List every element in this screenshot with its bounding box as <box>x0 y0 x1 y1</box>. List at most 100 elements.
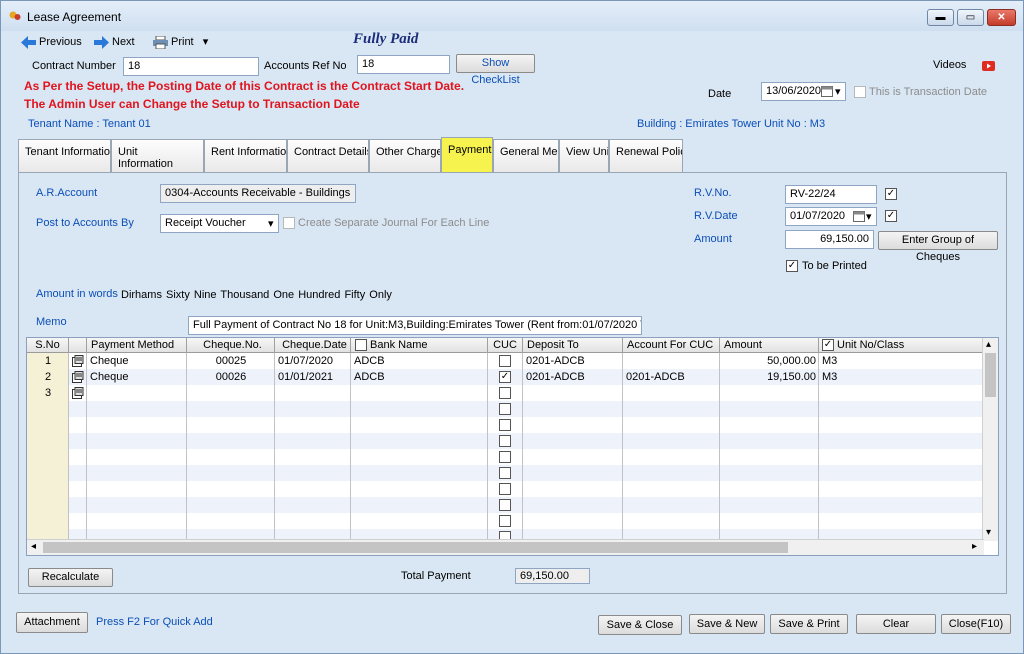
row3-cuc-checkbox[interactable] <box>499 387 511 399</box>
recalculate-button[interactable]: Recalculate <box>28 568 113 587</box>
rv-date-checkbox[interactable]: ✓ <box>885 210 897 222</box>
header-sno[interactable]: S.No <box>27 338 69 353</box>
row2-amount[interactable]: 19,150.00 <box>720 369 819 385</box>
video-play-icon[interactable] <box>982 61 995 71</box>
previous-button[interactable]: Previous <box>21 33 82 51</box>
tab-tenant-information[interactable]: Tenant Information <box>18 139 111 172</box>
header-cheque-no[interactable]: Cheque.No. <box>187 338 275 353</box>
header-deposit-to[interactable]: Deposit To <box>523 338 623 353</box>
empty-row-cuc-checkbox[interactable] <box>499 515 511 527</box>
post-by-select[interactable]: Receipt Voucher <box>160 214 279 233</box>
row2-method[interactable]: Cheque <box>87 369 187 385</box>
row1-cuc-checkbox[interactable] <box>499 355 511 367</box>
row2-edit-icon[interactable] <box>72 371 84 383</box>
row2-cuc-checkbox[interactable]: ✓ <box>499 371 511 383</box>
header-account-for-cuc[interactable]: Account For CUC <box>623 338 720 353</box>
date-picker[interactable]: 13/06/2020 <box>761 82 846 101</box>
date-dropdown-icon[interactable]: ▾ <box>835 85 841 98</box>
scroll-right-icon[interactable]: ▸ <box>972 541 977 552</box>
post-by-dropdown-icon[interactable]: ▾ <box>268 217 274 230</box>
tab-unit-information[interactable]: Unit Information <box>111 139 204 172</box>
transaction-date-checkbox[interactable] <box>854 86 866 98</box>
row1-account-cuc[interactable] <box>623 353 720 369</box>
rv-calendar-icon[interactable] <box>853 210 865 222</box>
empty-row-cuc-checkbox[interactable] <box>499 451 511 463</box>
separate-journal-label: Create Separate Journal For Each Line <box>298 217 490 229</box>
date-label: Date <box>708 88 732 100</box>
enter-cheques-button[interactable]: Enter Group of Cheques <box>878 231 998 263</box>
unit-select-all-checkbox[interactable]: ✓ <box>822 339 834 351</box>
scroll-left-icon[interactable]: ◂ <box>31 541 36 552</box>
print-dropdown-icon[interactable]: ▾ <box>203 36 209 48</box>
contract-number-input[interactable]: 18 <box>123 57 259 76</box>
minimize-button[interactable]: ▬ <box>927 9 954 26</box>
header-bank-name[interactable]: Bank Name <box>351 338 488 353</box>
videos-label: Videos <box>933 59 967 71</box>
header-cheque-date[interactable]: Cheque.Date <box>275 338 351 353</box>
vertical-scroll-thumb[interactable] <box>985 353 996 397</box>
to-be-printed-checkbox[interactable]: ✓ <box>786 260 798 272</box>
scroll-down-icon[interactable]: ▾ <box>986 527 991 538</box>
row2-cheque-no[interactable]: 00026 <box>187 369 275 385</box>
empty-row-cuc-checkbox[interactable] <box>499 483 511 495</box>
admin-setup-warning: The Admin User can Change the Setup to T… <box>24 97 360 111</box>
rv-no-input[interactable]: RV-22/24 <box>785 185 877 204</box>
row1-method[interactable]: Cheque <box>87 353 187 369</box>
amount-input[interactable]: 69,150.00 <box>785 230 874 249</box>
maximize-button[interactable]: ▭ <box>957 9 984 26</box>
row1-edit-icon[interactable] <box>72 355 84 367</box>
total-payment-label: Total Payment <box>401 570 471 582</box>
row1-unit[interactable]: M3 <box>819 353 984 369</box>
empty-row-cuc-checkbox[interactable] <box>499 419 511 431</box>
calendar-icon[interactable] <box>821 85 833 97</box>
tab-renewal-policy[interactable]: Renewal Policy <box>609 139 683 172</box>
empty-row-cuc-checkbox[interactable] <box>499 499 511 511</box>
clear-button[interactable]: Clear <box>856 614 936 634</box>
row1-cheque-date[interactable]: 01/07/2020 <box>275 353 351 369</box>
bank-select-all-checkbox[interactable] <box>355 339 367 351</box>
empty-row-cuc-checkbox[interactable] <box>499 403 511 415</box>
header-cuc[interactable]: CUC <box>488 338 523 353</box>
row1-cheque-no[interactable]: 00025 <box>187 353 275 369</box>
close-f10-button[interactable]: Close(F10) <box>941 614 1011 634</box>
grid-vertical-scrollbar[interactable]: ▴ ▾ <box>982 338 998 541</box>
tab-general-memo[interactable]: General Memo <box>493 139 559 172</box>
header-payment-method[interactable]: Payment Method <box>87 338 187 353</box>
row1-amount[interactable]: 50,000.00 <box>720 353 819 369</box>
empty-row-cuc-checkbox[interactable] <box>499 435 511 447</box>
show-checklist-button[interactable]: Show CheckList <box>456 54 535 86</box>
row3-edit-icon[interactable] <box>72 387 84 399</box>
row2-unit[interactable]: M3 <box>819 369 984 385</box>
rv-no-checkbox[interactable]: ✓ <box>885 188 897 200</box>
row2-cheque-date[interactable]: 01/01/2021 <box>275 369 351 385</box>
grid-horizontal-scrollbar[interactable]: ◂ ▸ <box>27 539 984 555</box>
save-print-button[interactable]: Save & Print <box>770 614 848 634</box>
ar-account-input[interactable]: 0304-Accounts Receivable - Buildings <box>160 184 356 203</box>
row1-bank[interactable]: ADCB <box>351 353 488 369</box>
tab-rent-information[interactable]: Rent Information <box>204 139 287 172</box>
row2-bank[interactable]: ADCB <box>351 369 488 385</box>
close-window-button[interactable]: ✕ <box>987 9 1016 26</box>
separate-journal-checkbox[interactable] <box>283 217 295 229</box>
horizontal-scroll-thumb[interactable] <box>43 542 788 553</box>
tab-view-unit[interactable]: View Unit <box>559 139 609 172</box>
save-new-button[interactable]: Save & New <box>689 614 765 634</box>
empty-row-cuc-checkbox[interactable] <box>499 467 511 479</box>
accounts-ref-input[interactable]: 18 <box>357 55 450 74</box>
header-unit-no[interactable]: Unit No/Class <box>819 338 984 353</box>
tab-other-charges[interactable]: Other Charges <box>369 139 441 172</box>
save-close-button[interactable]: Save & Close <box>598 615 682 635</box>
row2-account-cuc[interactable]: 0201-ADCB <box>623 369 720 385</box>
rv-date-dropdown-icon[interactable]: ▾ <box>866 210 872 223</box>
fully-paid-status: Fully Paid <box>353 31 419 47</box>
header-amount[interactable]: Amount <box>720 338 819 353</box>
scroll-up-icon[interactable]: ▴ <box>986 339 991 350</box>
tab-contract-details[interactable]: Contract Details <box>287 139 369 172</box>
tab-payment[interactable]: Payment <box>441 137 493 172</box>
row1-deposit[interactable]: 0201-ADCB <box>523 353 623 369</box>
attachment-button[interactable]: Attachment <box>16 612 88 633</box>
print-button[interactable]: Print ▾ <box>153 33 208 51</box>
next-button[interactable]: Next <box>94 33 135 51</box>
memo-input[interactable]: Full Payment of Contract No 18 for Unit:… <box>188 316 642 335</box>
row2-deposit[interactable]: 0201-ADCB <box>523 369 623 385</box>
